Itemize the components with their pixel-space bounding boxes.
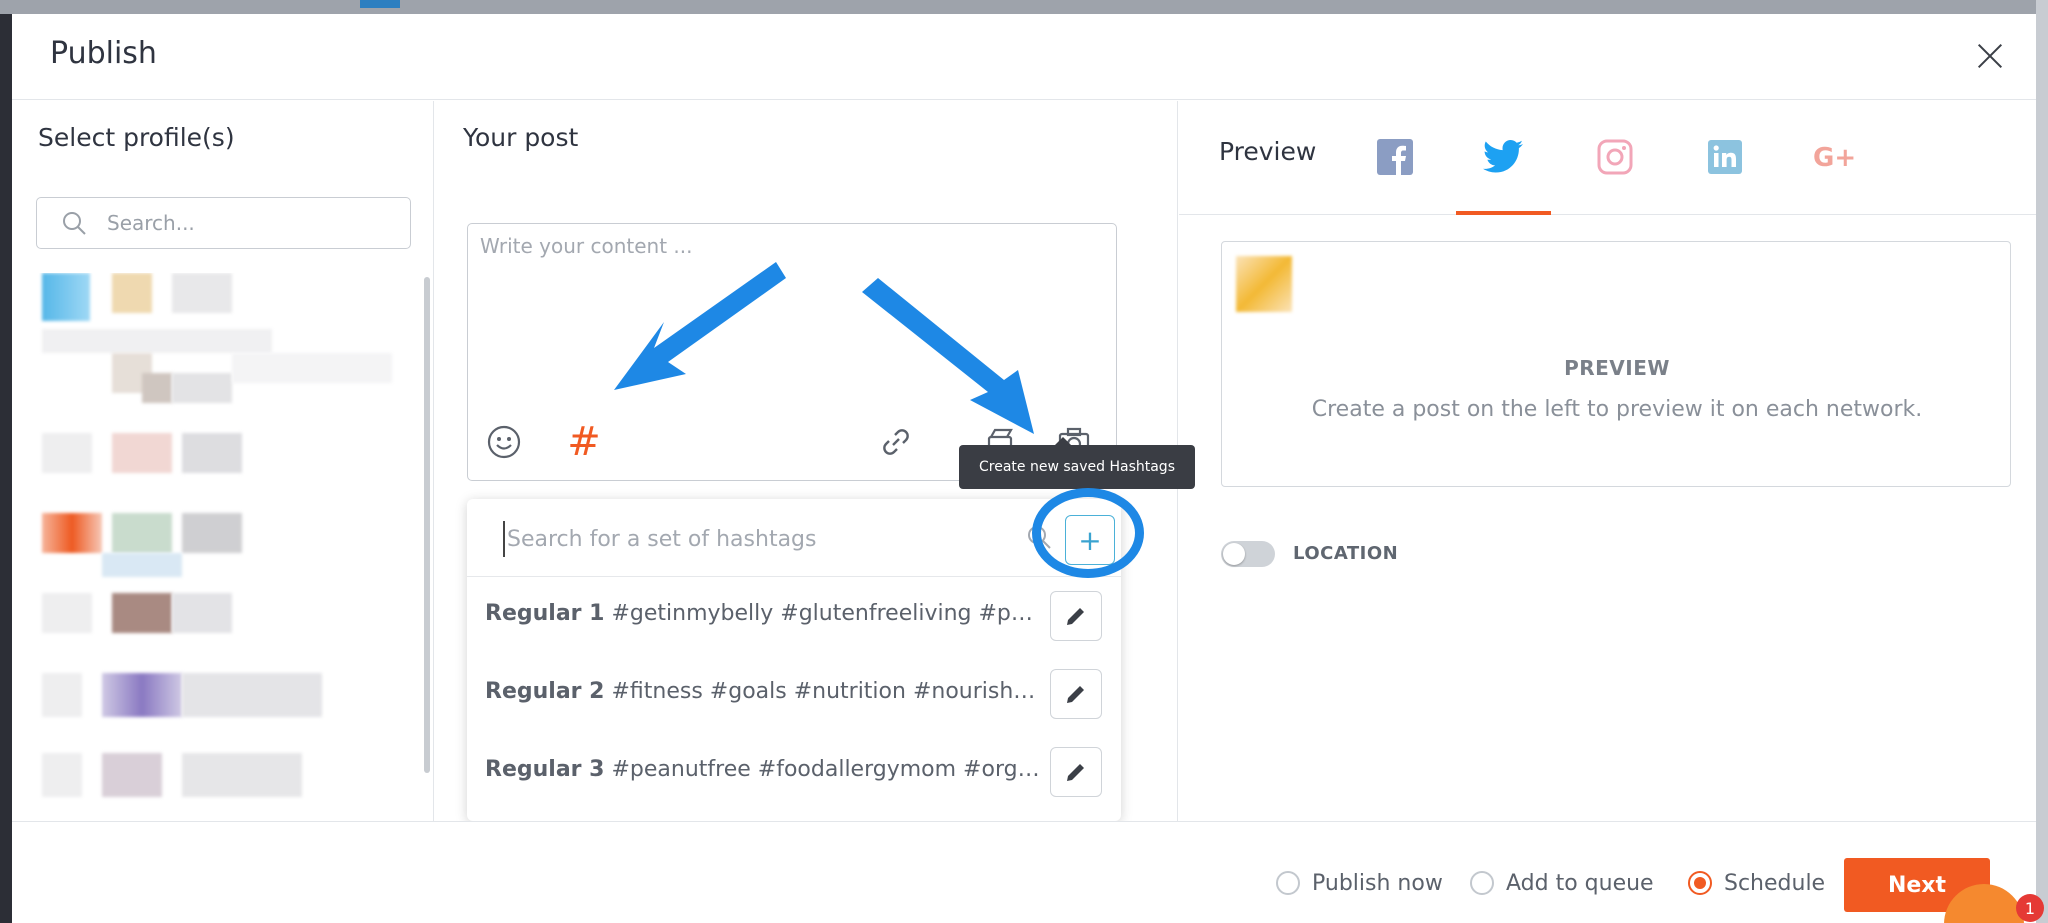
hashtag-search-bar: + (467, 499, 1121, 577)
hashtag-set-item[interactable]: Regular 2 #fitness #goals #nutrition #no… (467, 655, 1121, 733)
hashtag-set-name: Regular 1 (485, 601, 605, 626)
edit-hashtag-set-button[interactable] (1050, 591, 1102, 641)
profile-item[interactable] (42, 673, 402, 753)
profile-item[interactable] (42, 513, 402, 593)
search-icon (63, 212, 86, 235)
modal-header: Publish (12, 14, 2036, 100)
preview-column: Preview G+ PREVIEW Create a post on the … (1179, 101, 2036, 821)
hashtag-set-tags: #fitness #goals #nutrition #nourishyourb… (611, 679, 1040, 704)
search-icon (1028, 526, 1051, 549)
app-background-left (0, 0, 12, 923)
plus-icon: + (1078, 523, 1102, 557)
create-hashtags-tooltip: Create new saved Hashtags (959, 437, 1195, 489)
add-to-queue-option[interactable]: Add to queue (1470, 868, 1654, 898)
instagram-icon[interactable] (1589, 131, 1641, 183)
profile-heading: Select profile(s) (38, 123, 235, 152)
preview-avatar (1236, 256, 1292, 312)
modal-title: Publish (50, 36, 157, 71)
network-tabs: Preview G+ (1179, 101, 2036, 215)
profile-search-input[interactable] (107, 208, 397, 238)
hashtag-dropdown: + Regular 1 #getinmybelly #glutenfreeliv… (467, 499, 1121, 821)
hashtag-icon[interactable]: # (562, 419, 606, 465)
schedule-option[interactable]: Schedule (1688, 868, 1825, 898)
preview-title: PREVIEW (1564, 356, 1670, 380)
hashtag-set-item[interactable]: Regular 3 #peanutfree #foodallergymom #o… (467, 733, 1121, 811)
facebook-icon[interactable] (1369, 131, 1421, 183)
profile-list (12, 273, 420, 821)
hashtag-symbol: # (567, 419, 601, 465)
linkedin-icon[interactable] (1699, 131, 1751, 183)
location-label: LOCATION (1293, 543, 1399, 564)
profile-item[interactable] (42, 593, 402, 673)
profile-list-scrollbar[interactable] (424, 277, 430, 773)
post-editor: # (467, 223, 1117, 481)
pencil-icon (1067, 686, 1084, 703)
svg-text:G+: G+ (1813, 143, 1856, 172)
modal-footer: Publish now Add to queue Schedule Next (12, 821, 2036, 923)
pencil-icon (1067, 764, 1084, 781)
emoji-icon[interactable] (482, 420, 526, 464)
close-icon[interactable] (1972, 38, 2008, 74)
hashtag-set-tags: #peanutfree #foodallergymom #organic #ki… (611, 757, 1040, 782)
post-column: Your post # (435, 101, 1195, 821)
profile-item[interactable] (42, 273, 402, 353)
schedule-label: Schedule (1724, 870, 1826, 896)
preview-subtitle: Create a post on the left to preview it … (1311, 397, 1923, 422)
hashtag-set-tags: #getinmybelly #glutenfreeliving #powerfo… (611, 601, 1040, 626)
hashtag-set-name: Regular 3 (485, 757, 605, 782)
add-to-queue-radio[interactable] (1470, 871, 1494, 895)
active-tab-underline (1456, 211, 1551, 215)
profile-search-box (36, 197, 411, 249)
location-row: LOCATION (1221, 539, 1521, 569)
profile-item[interactable] (42, 753, 402, 821)
link-icon[interactable] (874, 420, 918, 464)
hashtag-set-item[interactable]: Regular 1 #getinmybelly #glutenfreelivin… (467, 577, 1121, 655)
post-content-input[interactable] (480, 234, 1100, 394)
hashtag-set-name: Regular 2 (485, 679, 605, 704)
profile-item[interactable] (42, 353, 402, 433)
chat-notification-badge: 1 (2016, 894, 2044, 922)
profile-item[interactable] (42, 433, 402, 513)
app-background-top (0, 0, 2048, 14)
profile-column: Select profile(s) (12, 101, 434, 821)
add-to-queue-label: Add to queue (1506, 870, 1654, 896)
app-background-right (2036, 0, 2048, 923)
edit-hashtag-set-button[interactable] (1050, 669, 1102, 719)
pencil-icon (1067, 608, 1084, 625)
google-plus-icon[interactable]: G+ (1809, 131, 1861, 183)
hashtag-search-input[interactable] (503, 521, 973, 557)
post-heading: Your post (463, 123, 579, 152)
publish-now-radio[interactable] (1276, 871, 1300, 895)
preview-heading: Preview (1219, 137, 1317, 166)
twitter-icon[interactable] (1477, 131, 1529, 183)
edit-hashtag-set-button[interactable] (1050, 747, 1102, 797)
publish-modal: Publish Select profile(s) Search... Your… (12, 14, 2036, 923)
preview-card: PREVIEW Create a post on the left to pre… (1221, 241, 2011, 487)
publish-now-option[interactable]: Publish now (1276, 868, 1443, 898)
publish-now-label: Publish now (1312, 870, 1443, 896)
location-toggle[interactable] (1221, 541, 1275, 567)
add-hashtag-set-button[interactable]: + (1065, 515, 1115, 565)
schedule-radio[interactable] (1688, 871, 1712, 895)
